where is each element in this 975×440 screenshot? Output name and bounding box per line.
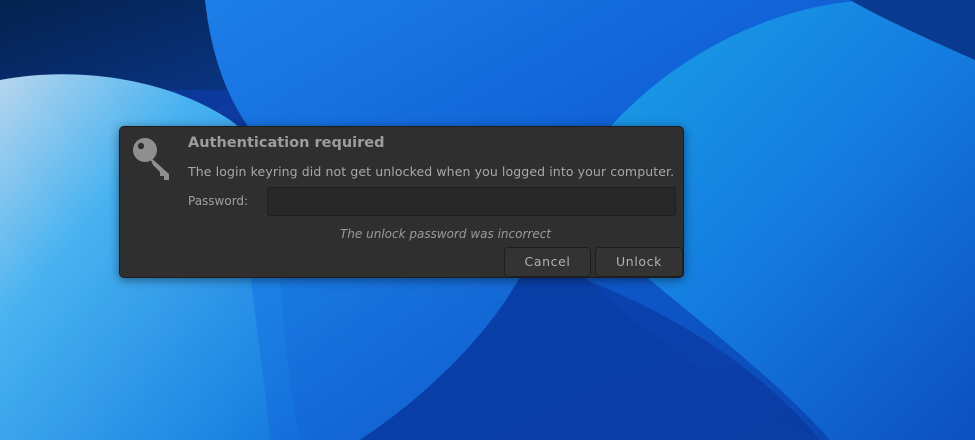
- password-label: Password:: [188, 194, 249, 208]
- desktop-wallpaper: Authentication required The login keyrin…: [0, 0, 975, 440]
- password-input[interactable]: [267, 187, 676, 216]
- cancel-button[interactable]: Cancel: [504, 247, 591, 277]
- error-message: The unlock password was incorrect: [339, 227, 552, 241]
- authentication-dialog: Authentication required The login keyrin…: [119, 126, 684, 278]
- dialog-title: Authentication required: [188, 135, 385, 151]
- key-icon: [129, 134, 177, 182]
- dialog-message: The login keyring did not get unlocked w…: [188, 164, 675, 179]
- unlock-button[interactable]: Unlock: [595, 247, 683, 277]
